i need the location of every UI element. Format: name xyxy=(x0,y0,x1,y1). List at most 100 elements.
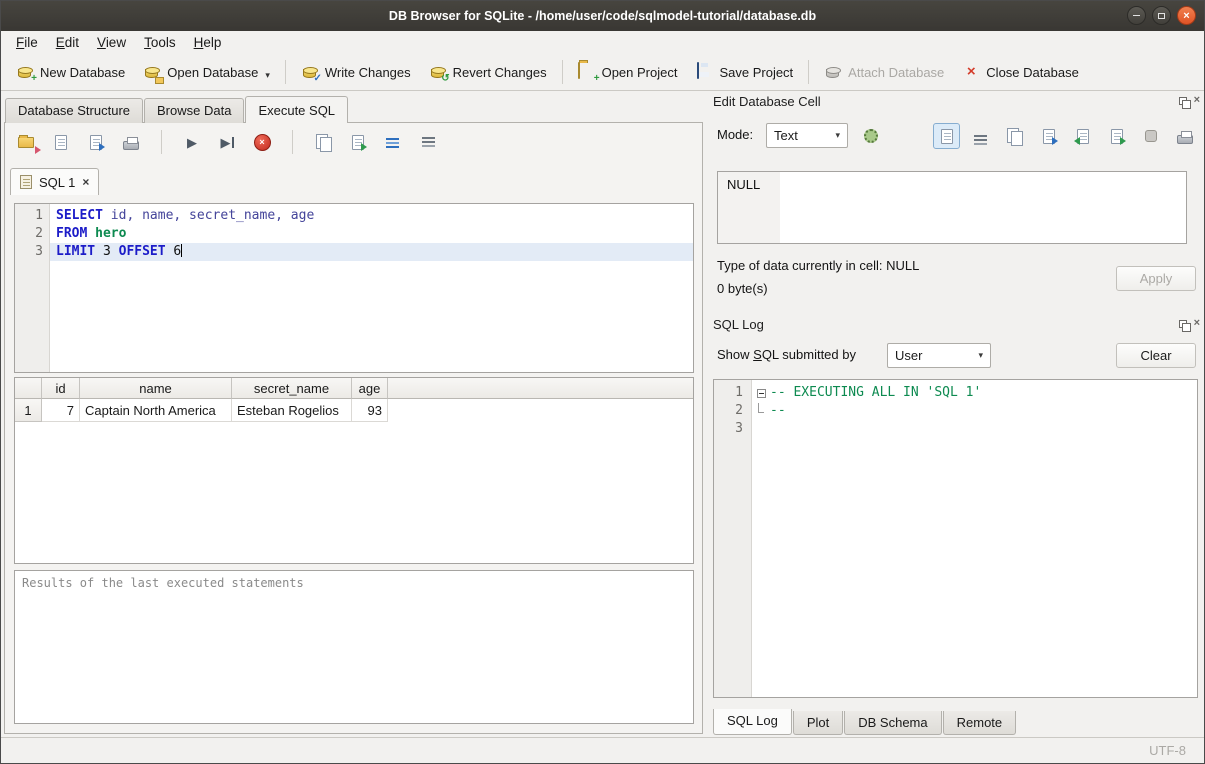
log-filter-combobox[interactable]: User ▾ xyxy=(887,343,991,368)
code-line-3: LIMIT 3 OFFSET 6 xyxy=(50,243,693,261)
apply-button[interactable]: Apply xyxy=(1116,266,1196,291)
cell-type-info: Type of data currently in cell: NULL xyxy=(717,258,919,273)
code-line-1: SELECT id, name, secret_name, age xyxy=(50,207,693,225)
save-project-icon xyxy=(695,63,713,81)
results-message-box[interactable]: Results of the last executed statements xyxy=(14,570,694,724)
dock-tab-db-schema[interactable]: DB Schema xyxy=(844,711,941,735)
open-database-button[interactable]: Open Database ▾ xyxy=(134,58,279,86)
save-as-icon xyxy=(1043,129,1055,144)
cell-secret-name[interactable]: Esteban Rogelios xyxy=(232,399,352,422)
sql-editor[interactable]: 1 2 3 SELECT id, name, secret_name, age … xyxy=(14,203,694,373)
encoding-indicator[interactable]: UTF-8 xyxy=(1149,743,1186,758)
log-content: -- EXECUTING ALL IN 'SQL 1' -- xyxy=(752,380,1197,697)
mode-settings-button[interactable] xyxy=(857,123,884,149)
dock-tab-plot[interactable]: Plot xyxy=(793,711,843,735)
log-line-1: -- EXECUTING ALL IN 'SQL 1' xyxy=(752,384,1197,402)
cell-id[interactable]: 7 xyxy=(42,399,80,422)
chevron-down-icon: ▾ xyxy=(978,350,983,361)
new-database-button[interactable]: + New Database xyxy=(7,58,134,86)
open-project-button[interactable]: + Open Project xyxy=(569,58,687,86)
window-title: DB Browser for SQLite - /home/user/code/… xyxy=(389,9,816,23)
cell-value-editor[interactable]: NULL xyxy=(717,171,1187,244)
minimize-button[interactable] xyxy=(1127,6,1146,25)
write-changes-button[interactable]: ✓ Write Changes xyxy=(292,58,420,86)
attach-database-button: Attach Database xyxy=(815,58,953,86)
main-toolbar: + New Database Open Database ▾ ✓ Write C… xyxy=(1,54,1204,91)
cell-age[interactable]: 93 xyxy=(352,399,388,422)
tab-browse-data[interactable]: Browse Data xyxy=(144,98,244,123)
print-cell-button[interactable] xyxy=(1171,123,1198,149)
menu-tools[interactable]: Tools xyxy=(135,33,185,52)
new-sql-tab-button[interactable] xyxy=(312,131,334,153)
dock-close-icon[interactable]: × xyxy=(1194,95,1200,106)
dock-tab-remote[interactable]: Remote xyxy=(943,711,1017,735)
revert-changes-button[interactable]: ↺ Revert Changes xyxy=(420,58,556,86)
format-sql-button[interactable] xyxy=(382,131,404,153)
editor-code-area[interactable]: SELECT id, name, secret_name, age FROM h… xyxy=(50,204,693,372)
column-header-id[interactable]: id xyxy=(42,378,80,399)
cell-editor-margin: NULL xyxy=(718,172,780,243)
column-header-age[interactable]: age xyxy=(352,378,388,399)
cell-name[interactable]: Captain North America xyxy=(80,399,232,422)
log-line-3 xyxy=(752,420,1197,438)
save-sql-file-as-button[interactable] xyxy=(85,131,107,153)
clear-log-button[interactable]: Clear xyxy=(1116,343,1196,368)
open-sql-tab-button[interactable] xyxy=(347,131,369,153)
sql-tab-close-icon[interactable]: × xyxy=(82,175,89,189)
menu-help[interactable]: Help xyxy=(185,33,231,52)
mode-value: Text xyxy=(774,128,798,143)
gear-icon xyxy=(864,129,878,143)
menu-view[interactable]: View xyxy=(88,33,135,52)
close-database-button[interactable]: × Close Database xyxy=(953,58,1088,86)
mode-combobox[interactable]: Text ▾ xyxy=(766,123,848,148)
print-icon xyxy=(123,141,139,150)
save-cell-button[interactable] xyxy=(1035,123,1062,149)
minimize-icon xyxy=(1133,15,1140,16)
word-wrap-icon xyxy=(974,135,987,137)
open-database-dropdown-icon[interactable]: ▾ xyxy=(265,70,270,81)
export-cell-button[interactable] xyxy=(1103,123,1130,149)
row-number-header[interactable] xyxy=(15,378,42,399)
fold-line xyxy=(758,403,764,413)
execute-all-icon: ▶ xyxy=(187,136,197,149)
copy-cell-button[interactable] xyxy=(1001,123,1028,149)
editor-line-numbers: 1 2 3 xyxy=(15,204,50,372)
maximize-button[interactable] xyxy=(1152,6,1171,25)
column-header-secret-name[interactable]: secret_name xyxy=(232,378,352,399)
save-sql-file-button[interactable] xyxy=(50,131,72,153)
tab-execute-sql[interactable]: Execute SQL xyxy=(245,96,348,123)
fold-marker-icon[interactable] xyxy=(757,389,766,398)
execute-all-button[interactable]: ▶ xyxy=(181,131,203,153)
sql-log-viewer[interactable]: 1 2 3 -- EXECUTING ALL IN 'SQL 1' -- xyxy=(713,379,1198,698)
cell-value: NULL xyxy=(727,177,760,192)
import-cell-button[interactable] xyxy=(1069,123,1096,149)
chevron-down-icon: ▾ xyxy=(835,130,840,141)
set-null-button[interactable] xyxy=(1137,123,1164,149)
tab-database-structure[interactable]: Database Structure xyxy=(5,98,143,123)
sql-tab[interactable]: SQL 1 × xyxy=(10,168,99,195)
dock-tab-sql-log[interactable]: SQL Log xyxy=(713,709,792,735)
word-wrap-button[interactable] xyxy=(417,131,439,153)
print-sql-button[interactable] xyxy=(120,131,142,153)
menu-edit[interactable]: Edit xyxy=(47,33,88,52)
toolbar-separator xyxy=(808,60,809,84)
save-project-button[interactable]: Save Project xyxy=(686,58,802,86)
dock-close-icon[interactable]: × xyxy=(1194,318,1200,329)
open-sql-file-button[interactable] xyxy=(15,131,37,153)
dock-float-icon[interactable] xyxy=(1179,97,1187,105)
cell-editor-toolbar xyxy=(933,123,1198,149)
column-header-name[interactable]: name xyxy=(80,378,232,399)
stop-execution-button[interactable]: × xyxy=(251,131,273,153)
row-number-cell[interactable]: 1 xyxy=(15,399,42,422)
stop-icon: × xyxy=(254,134,271,151)
mode-label: Mode: xyxy=(717,127,753,142)
text-mode-button[interactable] xyxy=(933,123,960,149)
close-window-button[interactable]: × xyxy=(1177,6,1196,25)
execute-current-line-button[interactable]: ▶ xyxy=(216,131,238,153)
revert-changes-icon: ↺ xyxy=(429,63,447,81)
dock-float-icon[interactable] xyxy=(1179,320,1187,328)
save-sql-file-as-icon xyxy=(90,135,102,150)
log-filter-label: Show SQL submitted by xyxy=(717,347,856,362)
menu-file[interactable]: File xyxy=(7,33,47,52)
word-wrap-cell-button[interactable] xyxy=(967,123,994,149)
